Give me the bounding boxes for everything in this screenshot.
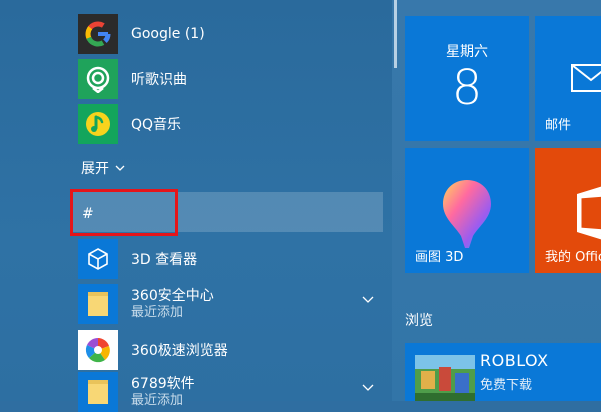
- app-item-6789-folder[interactable]: 6789软件 最近添加: [78, 372, 383, 412]
- expand-button[interactable]: 展开: [81, 158, 125, 178]
- chevron-down-icon[interactable]: [361, 292, 375, 306]
- 3d-viewer-icon: [78, 239, 118, 279]
- section-title-browse: 浏览: [405, 313, 433, 329]
- tile-label: 我的 Office: [545, 250, 601, 265]
- app-label: 听歌识曲: [131, 72, 187, 88]
- calendar-date: 8: [451, 60, 483, 116]
- app-item-google[interactable]: Google (1): [78, 14, 383, 54]
- recently-added-label: 最近添加: [131, 305, 184, 320]
- highlight-box: [70, 189, 178, 236]
- app-label: 6789软件: [131, 376, 195, 392]
- tile-office[interactable]: 我的 Office: [535, 148, 601, 273]
- tile-calendar[interactable]: 星期六 8: [405, 16, 529, 141]
- recently-added-label: 最近添加: [131, 393, 184, 408]
- chevron-down-icon: [115, 165, 125, 171]
- app-label: QQ音乐: [131, 117, 182, 133]
- app-item-360-browser[interactable]: 360极速浏览器: [78, 330, 383, 370]
- store-title: ROBLOX: [480, 351, 549, 370]
- app-label: 3D 查看器: [131, 252, 198, 268]
- music-recognition-icon: [78, 59, 118, 99]
- app-item-music-recognition[interactable]: 听歌识曲: [78, 59, 383, 99]
- calendar-day: 星期六: [446, 44, 488, 60]
- app-item-qq-music[interactable]: QQ音乐: [78, 104, 383, 144]
- qq-music-icon: [78, 104, 118, 144]
- app-text: 360安全中心 最近添加: [131, 287, 214, 321]
- tile-label: 邮件: [545, 118, 572, 133]
- google-icon: [78, 14, 118, 54]
- office-icon: [577, 186, 601, 240]
- tile-store-roblox[interactable]: ROBLOX 免费下载: [405, 343, 601, 401]
- app-label: Google (1): [131, 26, 205, 42]
- app-text: 6789软件 最近添加: [131, 375, 195, 409]
- folder-icon: [78, 284, 118, 324]
- expand-label: 展开: [81, 161, 109, 177]
- scrollbar[interactable]: [394, 0, 397, 68]
- store-subtitle: 免费下载: [480, 378, 533, 393]
- app-item-360-security-folder[interactable]: 360安全中心 最近添加: [78, 284, 383, 324]
- 360-browser-icon: [78, 330, 118, 370]
- folder-icon: [78, 372, 118, 412]
- app-label: 360极速浏览器: [131, 343, 228, 359]
- tile-label: 画图 3D: [415, 250, 464, 265]
- mail-icon: [571, 64, 601, 92]
- paint3d-icon: [443, 180, 491, 248]
- tile-mail[interactable]: 邮件: [535, 16, 601, 141]
- app-label: 360安全中心: [131, 288, 214, 304]
- app-item-3d-viewer[interactable]: 3D 查看器: [78, 239, 383, 279]
- tile-paint3d[interactable]: 画图 3D: [405, 148, 529, 273]
- roblox-thumbnail: [415, 355, 475, 401]
- chevron-down-icon[interactable]: [361, 380, 375, 394]
